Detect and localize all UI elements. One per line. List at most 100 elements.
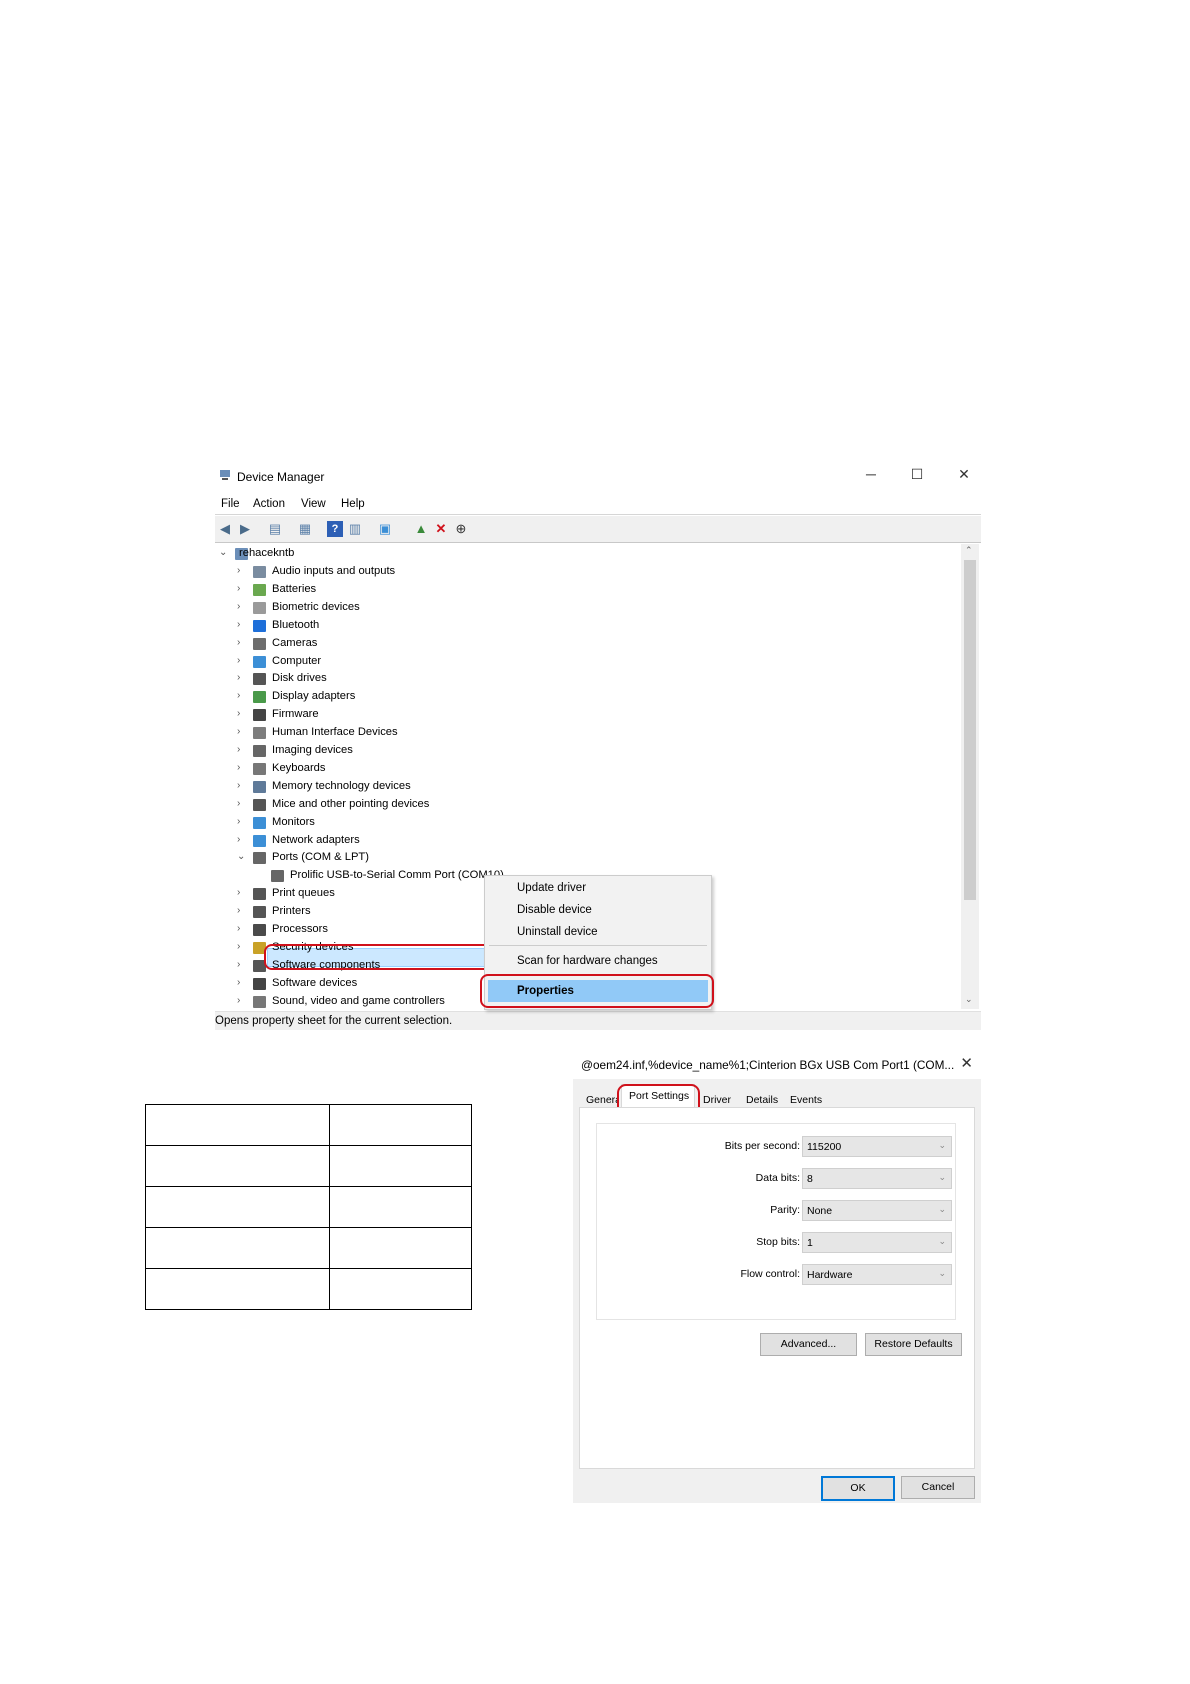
- table-cell: [329, 1227, 472, 1269]
- advanced-button[interactable]: Advanced...: [760, 1333, 857, 1356]
- software-devices-icon: [253, 977, 266, 990]
- menu-view[interactable]: View: [301, 498, 326, 510]
- close-button[interactable]: ✕: [951, 466, 977, 486]
- tab-driver[interactable]: Driver: [696, 1089, 736, 1107]
- chevron-right-icon[interactable]: ›: [237, 565, 247, 576]
- tree-item-label: Disk drives: [272, 672, 327, 685]
- setting-value: 1: [807, 1237, 813, 1249]
- chevron-right-icon[interactable]: ›: [237, 977, 247, 988]
- chevron-right-icon[interactable]: ›: [237, 923, 247, 934]
- tree-item-label: Monitors: [272, 815, 315, 828]
- tree-item-label: Mice and other pointing devices: [272, 797, 430, 810]
- back-arrow-icon[interactable]: ◀: [217, 521, 233, 537]
- scroll-up-icon[interactable]: ⌃: [965, 545, 973, 556]
- keyboard-icon: [253, 762, 266, 775]
- chevron-down-icon[interactable]: ⌄: [219, 547, 229, 558]
- chevron-right-icon[interactable]: ›: [237, 637, 247, 648]
- tree-item-label: Network adapters: [272, 833, 360, 846]
- chevron-down-icon[interactable]: ⌄: [237, 851, 247, 862]
- forward-arrow-icon[interactable]: ▶: [237, 521, 253, 537]
- menu-help[interactable]: Help: [341, 498, 365, 510]
- tree-item-label: Prolific USB-to-Serial Comm Port (COM10): [290, 869, 504, 882]
- minimize-button[interactable]: ─: [858, 466, 884, 486]
- menu-action[interactable]: Action: [253, 498, 285, 510]
- chevron-down-icon: ⌄: [938, 1172, 946, 1182]
- scroll-thumb[interactable]: [964, 560, 976, 900]
- memory-icon: [253, 780, 266, 793]
- tab-events[interactable]: Events: [783, 1089, 827, 1107]
- chevron-right-icon[interactable]: ›: [237, 887, 247, 898]
- tree-item-label: Display adapters: [272, 690, 356, 703]
- monitor-scan-icon[interactable]: ▣: [377, 521, 393, 537]
- properties-sheet-icon[interactable]: ▤: [267, 521, 283, 537]
- menu-update-driver[interactable]: Update driver: [485, 878, 711, 898]
- speaker-icon: [253, 566, 266, 578]
- help-icon[interactable]: ?: [327, 521, 343, 537]
- tree-item-label: Print queues: [272, 887, 335, 900]
- setting-row: Parity: None ⌄: [597, 1198, 955, 1222]
- highlight-ring-port: [264, 944, 513, 970]
- setting-dropdown[interactable]: None ⌄: [802, 1200, 952, 1221]
- chevron-right-icon[interactable]: ›: [237, 619, 247, 630]
- menu-file[interactable]: File: [221, 498, 240, 510]
- chevron-right-icon[interactable]: ›: [237, 834, 247, 845]
- tab-details[interactable]: Details: [739, 1089, 783, 1107]
- vertical-scrollbar[interactable]: ⌃ ⌄: [961, 544, 979, 1009]
- port-icon: [253, 852, 266, 865]
- chevron-right-icon[interactable]: ›: [237, 941, 247, 952]
- menu-uninstall-device[interactable]: Uninstall device: [485, 922, 711, 942]
- chevron-right-icon[interactable]: ›: [237, 762, 247, 773]
- chevron-right-icon[interactable]: ›: [237, 959, 247, 970]
- chevron-right-icon[interactable]: ›: [237, 744, 247, 755]
- setting-dropdown[interactable]: 1 ⌄: [802, 1232, 952, 1253]
- chevron-right-icon[interactable]: ›: [237, 726, 247, 737]
- setting-value: 8: [807, 1173, 813, 1185]
- window-title: Device Manager: [237, 470, 325, 484]
- chevron-right-icon[interactable]: ›: [237, 995, 247, 1006]
- setting-dropdown[interactable]: 8 ⌄: [802, 1168, 952, 1189]
- menu-scan-hardware[interactable]: Scan for hardware changes: [485, 951, 711, 971]
- setting-dropdown[interactable]: 115200 ⌄: [802, 1136, 952, 1157]
- tree-item-label: Bluetooth: [272, 618, 320, 631]
- dialog-close-button[interactable]: ✕: [960, 1054, 973, 1072]
- setting-value: Hardware: [807, 1269, 853, 1281]
- scroll-down-icon[interactable]: ⌄: [965, 994, 973, 1005]
- view-icon[interactable]: ▥: [347, 521, 363, 537]
- download-circle-icon[interactable]: ⊕: [453, 521, 469, 537]
- hid-icon: [253, 727, 266, 740]
- chevron-right-icon[interactable]: ›: [237, 816, 247, 827]
- chevron-down-icon: ⌄: [938, 1204, 946, 1214]
- chevron-right-icon[interactable]: ›: [237, 798, 247, 809]
- tree-item-label: Keyboards: [272, 761, 326, 774]
- cancel-button[interactable]: Cancel: [901, 1476, 975, 1499]
- chevron-right-icon[interactable]: ›: [237, 708, 247, 719]
- device-manager-window: Device Manager ─ ☐ ✕ File Action View He…: [215, 462, 981, 1030]
- dialog-title-bar: @oem24.inf,%device_name%1;Cinterion BGx …: [573, 1049, 981, 1079]
- chevron-right-icon[interactable]: ›: [237, 905, 247, 916]
- menu-disable-device[interactable]: Disable device: [485, 900, 711, 920]
- chevron-right-icon[interactable]: ›: [237, 690, 247, 701]
- chevron-right-icon[interactable]: ›: [237, 601, 247, 612]
- restore-defaults-button[interactable]: Restore Defaults: [865, 1333, 962, 1356]
- table-cell: [329, 1145, 472, 1187]
- chevron-right-icon[interactable]: ›: [237, 780, 247, 791]
- maximize-button[interactable]: ☐: [904, 466, 930, 486]
- ok-button[interactable]: OK: [821, 1476, 895, 1501]
- tree-item-label: Printers: [272, 905, 311, 918]
- firmware-icon: [253, 709, 266, 722]
- setting-row: Flow control: Hardware ⌄: [597, 1262, 955, 1286]
- chevron-right-icon[interactable]: ›: [237, 655, 247, 666]
- tree-item-label: Software devices: [272, 976, 358, 989]
- tree-item-label: Memory technology devices: [272, 779, 411, 792]
- display-adapter-icon: [253, 691, 266, 704]
- imaging-icon: [253, 745, 266, 757]
- chevron-right-icon[interactable]: ›: [237, 583, 247, 594]
- setting-dropdown[interactable]: Hardware ⌄: [802, 1264, 952, 1285]
- details-icon[interactable]: ▦: [297, 521, 313, 537]
- tree-root-label: rehaceknt­b: [239, 547, 295, 559]
- chevron-right-icon[interactable]: ›: [237, 672, 247, 683]
- menu-bar: File Action View Help: [215, 494, 981, 515]
- uninstall-icon[interactable]: ✕: [433, 521, 449, 537]
- tab-general[interactable]: General: [579, 1089, 619, 1107]
- update-driver-icon[interactable]: ▲: [413, 521, 429, 537]
